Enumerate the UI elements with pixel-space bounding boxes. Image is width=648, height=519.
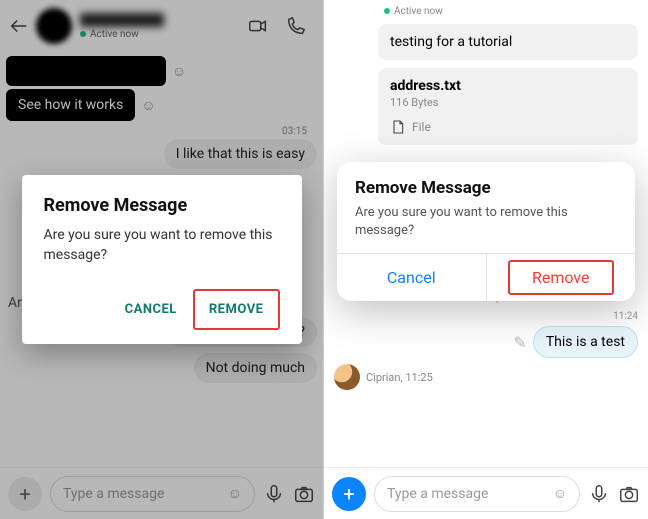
ios-pane: Active now testing for a tutorial addres… [324, 0, 648, 519]
dialog-body: Are you sure you want to remove this mes… [355, 204, 617, 239]
remove-button[interactable]: REMOVE [199, 294, 274, 325]
remove-dialog: Remove Message Are you sure you want to … [22, 175, 302, 344]
modal-overlay: Remove Message Are you sure you want to … [324, 0, 648, 519]
dialog-title: Remove Message [355, 178, 617, 198]
dialog-buttons: Cancel Remove [337, 253, 635, 301]
remove-dialog: Remove Message Are you sure you want to … [337, 162, 635, 301]
dialog-buttons: CANCEL REMOVE [44, 289, 280, 330]
cancel-button[interactable]: Cancel [337, 254, 486, 301]
highlight-box: Remove [508, 260, 614, 295]
cancel-button[interactable]: CANCEL [115, 289, 187, 330]
android-pane: Active now ☺ See how it works ☺ 03:15 I … [0, 0, 324, 519]
dialog-title: Remove Message [44, 195, 280, 216]
remove-button[interactable]: Remove [486, 254, 636, 301]
modal-overlay: Remove Message Are you sure you want to … [0, 0, 323, 519]
dialog-body: Are you sure you want to remove this mes… [44, 226, 280, 265]
highlight-box: REMOVE [193, 289, 280, 330]
